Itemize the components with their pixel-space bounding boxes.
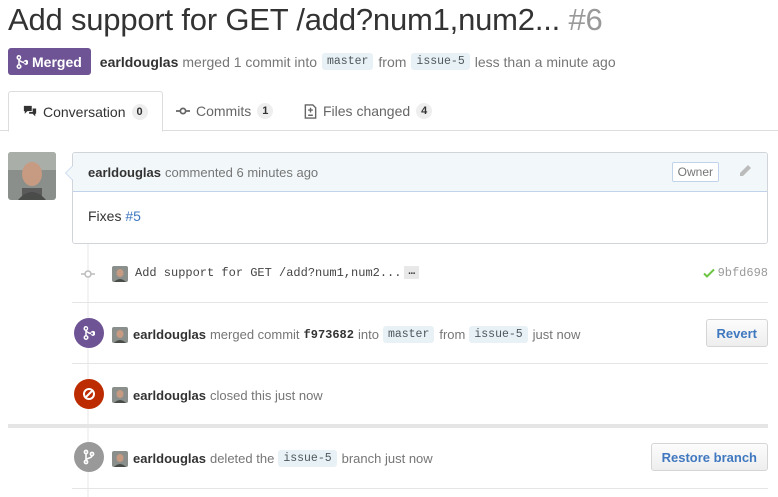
merge-time: less than a minute ago <box>474 53 616 70</box>
closed-event-text: earldouglas closed this just now <box>112 387 327 403</box>
owner-badge: Owner <box>671 162 719 182</box>
pr-meta: Merged earldouglas merged 1 commit into … <box>8 48 620 75</box>
avatar[interactable] <box>112 387 128 403</box>
deleted-time-text: branch just now <box>341 451 433 466</box>
avatar[interactable] <box>112 326 128 343</box>
commit-message[interactable]: Add support for GET /add?num1,num2...… <box>135 266 420 280</box>
commit-item: Add support for GET /add?num1,num2...… 9… <box>72 260 768 288</box>
avatar[interactable] <box>112 450 128 467</box>
git-commit-icon <box>176 107 190 115</box>
deleted-branch-name: issue-5 <box>278 450 337 467</box>
merged-commit-text: merged commit <box>209 327 300 342</box>
merged-state-badge: Merged <box>8 48 91 75</box>
tab-commits-count: 1 <box>257 103 274 119</box>
event-author-link[interactable]: earldouglas <box>133 451 206 466</box>
expand-commit-button[interactable]: … <box>404 266 420 280</box>
git-merge-icon <box>16 54 28 69</box>
pr-title-text: Add support for GET /add?num1,num2... <box>8 2 561 37</box>
git-commit-icon <box>80 266 96 285</box>
pr-tabs: Conversation 0 Commits 1 Files changed 4 <box>0 91 778 132</box>
commit-sha-text[interactable]: 9bfd698 <box>718 266 768 280</box>
tab-conversation-count: 0 <box>131 103 148 120</box>
merged-event: earldouglas merged commit f973682 into m… <box>72 318 768 350</box>
tab-commits-label: Commits <box>196 103 252 119</box>
pr-title: Add support for GET /add?num1,num2... #6 <box>8 2 603 38</box>
comment-body-text: Fixes <box>88 208 122 224</box>
divider <box>72 488 768 489</box>
commit-message-text[interactable]: Add support for GET /add?num1,num2... <box>135 266 401 280</box>
pr-author-link[interactable]: earldouglas <box>100 54 179 70</box>
circle-slash-icon <box>74 379 104 409</box>
tab-files-label: Files changed <box>323 103 411 119</box>
base-branch[interactable]: master <box>382 326 435 343</box>
merge-commit-sha[interactable]: f973682 <box>304 328 354 342</box>
avatar[interactable] <box>112 266 128 282</box>
avatar[interactable] <box>8 152 56 200</box>
issue-link[interactable]: #5 <box>125 208 141 224</box>
from-text: from <box>378 53 407 70</box>
comment-author-link[interactable]: earldouglas <box>88 165 161 180</box>
merged-event-text: earldouglas merged commit f973682 into m… <box>112 326 584 343</box>
git-branch-icon <box>74 442 104 472</box>
restore-branch-button[interactable]: Restore branch <box>650 443 768 471</box>
base-branch[interactable]: master <box>322 53 374 70</box>
comment-action: commented 6 minutes ago <box>164 164 319 180</box>
closed-text: closed this just now <box>209 387 323 403</box>
pencil-icon[interactable] <box>738 164 752 181</box>
file-diff-icon <box>304 103 317 119</box>
deleted-event-text: earldouglas deleted the issue-5 branch j… <box>112 450 437 467</box>
revert-button[interactable]: Revert <box>705 319 768 347</box>
divider <box>72 302 768 303</box>
check-icon <box>702 268 715 278</box>
event-author-link[interactable]: earldouglas <box>133 327 206 342</box>
event-author-link[interactable]: earldouglas <box>133 388 206 403</box>
git-merge-icon <box>74 318 104 348</box>
deleted-branch-event: earldouglas deleted the issue-5 branch j… <box>72 442 768 474</box>
comment: earldouglas commented 6 minutes ago Owne… <box>65 152 768 244</box>
comment-header: earldouglas commented 6 minutes ago <box>73 153 767 192</box>
closed-event: earldouglas closed this just now <box>72 379 768 411</box>
merged-text: merged 1 commit into <box>182 53 317 70</box>
pr-number: #6 <box>568 2 603 37</box>
comment-body: Fixes #5 <box>73 192 767 240</box>
head-branch[interactable]: issue-5 <box>411 53 470 70</box>
divider <box>72 363 768 364</box>
merged-time: just now <box>532 327 581 342</box>
from-text: from <box>439 327 466 342</box>
tab-commits[interactable]: Commits 1 <box>162 91 287 131</box>
head-branch[interactable]: issue-5 <box>469 326 528 343</box>
tab-conversation[interactable]: Conversation 0 <box>8 91 163 132</box>
deleted-text: deleted the <box>209 451 275 466</box>
into-text: into <box>357 327 379 342</box>
state-label: Merged <box>32 53 82 70</box>
tab-files-count: 4 <box>416 103 433 119</box>
commit-sha[interactable]: 9bfd698 <box>702 266 768 280</box>
tab-files-changed[interactable]: Files changed 4 <box>290 91 446 131</box>
comment-discussion-icon <box>23 105 37 116</box>
divider <box>8 424 768 428</box>
tab-conversation-label: Conversation <box>43 103 126 120</box>
